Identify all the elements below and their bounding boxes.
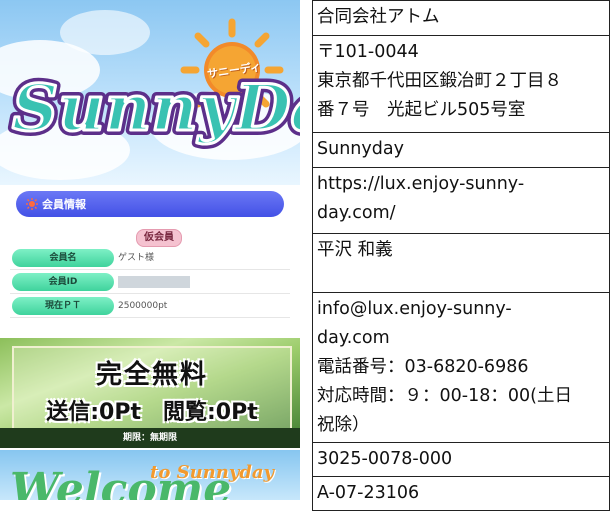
registration-number-cell: A-07-23106 — [312, 476, 610, 511]
representative-cell: 平沢 和義 — [312, 233, 610, 293]
site-name-cell: Sunnyday — [312, 132, 610, 168]
row-value: ゲスト様 — [118, 253, 155, 263]
table-row: 合同会社アトム — [312, 0, 610, 36]
banner-title: 完全無料 — [95, 360, 208, 390]
member-row-points: 現在ＰＴ 2500000pt — [10, 295, 290, 318]
sun-small-icon — [26, 198, 38, 210]
table-row: info@lux.enjoy-sunny- day.com 電話番号：03-68… — [312, 292, 610, 443]
free-campaign-banner[interactable]: 完全無料 送信:0Pt 閲覧:0Pt 期限：無期限 — [0, 338, 300, 448]
svg-text:SunnyDay: SunnyDay — [12, 71, 300, 146]
member-info-card: 会員情報 仮会員 会員名 ゲスト様 会員ID 現在ＰＴ 2500000pt — [8, 185, 292, 335]
table-row: 平沢 和義 — [312, 233, 610, 293]
table-row: A-07-23106 — [312, 476, 610, 511]
contact-cell: info@lux.enjoy-sunny- day.com 電話番号：03-68… — [312, 292, 610, 443]
url-cell[interactable]: https://lux.enjoy-sunny- day.com/ — [312, 167, 610, 234]
welcome-to-text: to Sunnyday — [150, 462, 275, 483]
sunnyday-logo: SunnyDay SunnyDay — [7, 18, 300, 151]
sky-header: SunnyDay SunnyDay サニーディ — [0, 0, 300, 185]
masked-id-value — [118, 276, 190, 288]
banner-frame: 完全無料 送信:0Pt 閲覧:0Pt — [12, 346, 292, 430]
license-number-cell: 3025-0078-000 — [312, 442, 610, 477]
welcome-banner[interactable]: Welcome to Sunnyday — [0, 450, 300, 500]
status-badge: 仮会員 — [136, 229, 182, 247]
table-row: 3025-0078-000 — [312, 442, 610, 477]
table-row: Sunnyday — [312, 132, 610, 168]
app-screenshot: SunnyDay SunnyDay サニーディ 会員情報 仮会員 会員名 ゲスト… — [0, 0, 300, 500]
banner-footer: 期限：無期限 — [0, 428, 300, 448]
row-label: 会員ID — [12, 273, 114, 291]
row-label: 会員名 — [12, 249, 114, 267]
member-info-header: 会員情報 — [16, 191, 284, 217]
member-info-title: 会員情報 — [42, 198, 86, 211]
row-label: 現在ＰＴ — [12, 297, 114, 315]
company-info-table: 合同会社アトム 〒101-0044 東京都千代田区鍛冶町２丁目８ 番７号 光起ビ… — [312, 0, 610, 511]
row-value: 2500000pt — [118, 301, 168, 311]
member-row-name: 会員名 ゲスト様 — [10, 247, 290, 270]
address-cell: 〒101-0044 東京都千代田区鍛冶町２丁目８ 番７号 光起ビル505号室 — [312, 35, 610, 133]
banner-subtitle: 送信:0Pt 閲覧:0Pt — [46, 400, 258, 425]
table-row: https://lux.enjoy-sunny- day.com/ — [312, 167, 610, 234]
member-row-id: 会員ID — [10, 271, 290, 294]
table-row: 〒101-0044 東京都千代田区鍛冶町２丁目８ 番７号 光起ビル505号室 — [312, 35, 610, 133]
company-name-cell: 合同会社アトム — [312, 0, 610, 36]
